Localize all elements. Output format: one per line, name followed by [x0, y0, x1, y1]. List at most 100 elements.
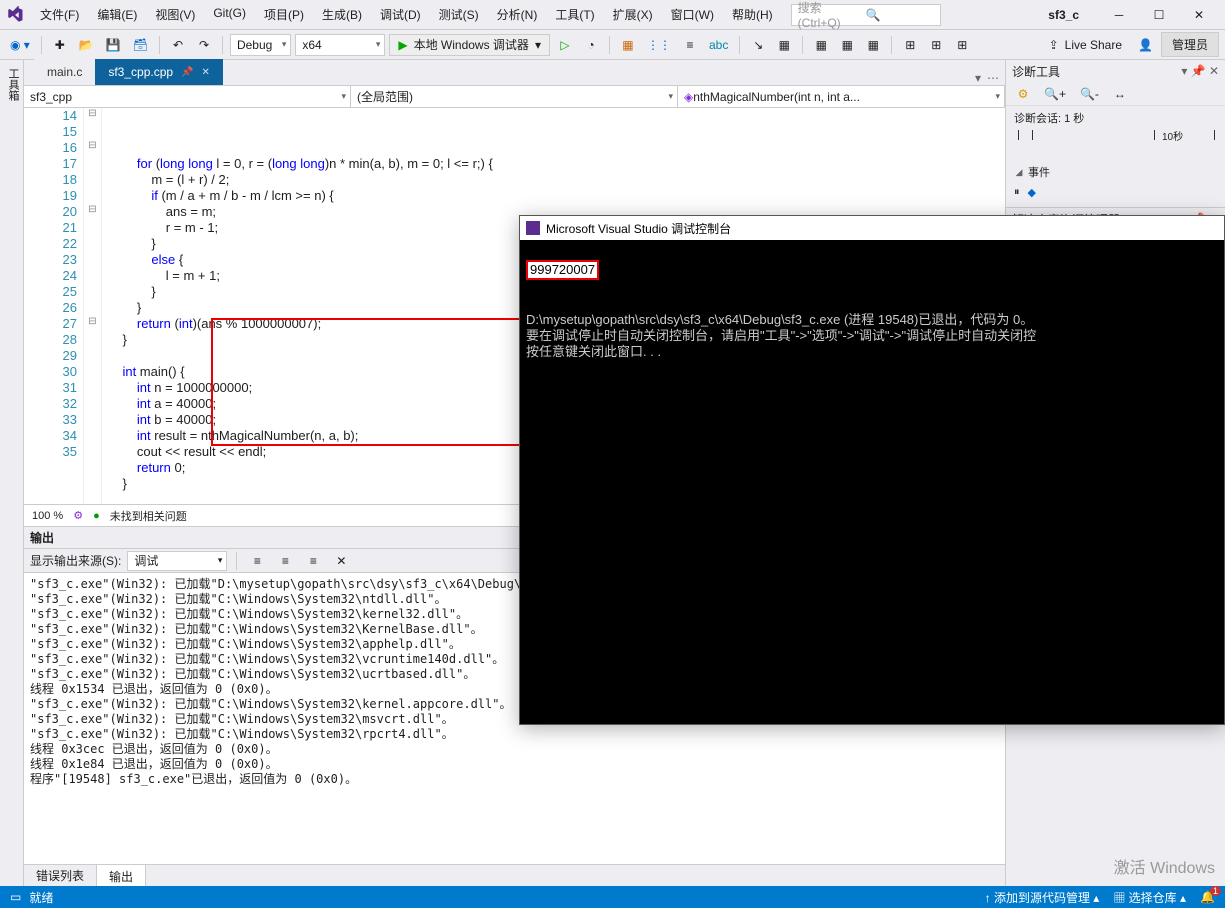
search-box[interactable]: 搜索 (Ctrl+Q) 🔍 [791, 4, 941, 26]
main-menu: 文件(F)编辑(E)视图(V)Git(G)项目(P)生成(B)调试(D)测试(S… [32, 2, 781, 27]
output-source-combo[interactable]: 调试 [127, 551, 227, 571]
maximize-button[interactable]: ☐ [1139, 2, 1179, 28]
tab-more-icon[interactable]: ⋯ [987, 71, 999, 85]
admin-badge: 管理员 [1161, 32, 1219, 57]
menu-item[interactable]: 生成(B) [314, 2, 370, 27]
new-item-button[interactable]: ✚ [49, 34, 71, 56]
diag-timeline: 10秒 [1014, 130, 1217, 158]
bottom-tabs: 错误列表 输出 [24, 864, 1005, 886]
doc-tabs: main.c sf3_cpp.cpp 📌 ✕ ▾ ⋯ [24, 60, 1005, 86]
nav-context[interactable]: (全局范围) [351, 86, 678, 107]
no-issues-icon: ● [93, 510, 100, 522]
close-tab-icon[interactable]: ✕ [202, 67, 210, 78]
status-ready: 就绪 [29, 889, 53, 906]
solution-name: sf3_c [1038, 8, 1089, 22]
menu-item[interactable]: 工具(T) [547, 2, 602, 27]
nav-member[interactable]: ◈ nthMagicalNumber(int n, int a... [678, 86, 1005, 107]
menu-item[interactable]: 帮助(H) [724, 2, 781, 27]
status-src-control[interactable]: ↑ 添加到源代码管理 ▴ [985, 889, 1100, 906]
close-button[interactable]: ✕ [1179, 2, 1219, 28]
console-title-bar[interactable]: Microsoft Visual Studio 调试控制台 [520, 216, 1224, 240]
platform-combo[interactable]: x64 [295, 34, 385, 56]
tb-icon-3[interactable]: ⋮⋮ [643, 34, 675, 56]
notifications-button[interactable]: 🔔1 [1200, 890, 1215, 904]
tb-icon-11[interactable]: ⊞ [899, 34, 921, 56]
tb-icon-10[interactable]: ▦ [862, 34, 884, 56]
live-share-icon: ⇪ [1049, 38, 1059, 52]
save-button[interactable]: 💾 [102, 34, 125, 56]
main-toolbar: ◉ ▾ ✚ 📂 💾 🗃 ↶ ↷ Debug x64 ▶ 本地 Windows 调… [0, 30, 1225, 60]
out-btn-2[interactable]: ≡ [274, 550, 296, 572]
debug-console-window[interactable]: Microsoft Visual Studio 调试控制台 999720007 … [519, 215, 1225, 725]
pin-icon[interactable]: 📌 [181, 67, 193, 78]
menu-item[interactable]: 文件(F) [32, 2, 87, 27]
nav-scope[interactable]: sf3_cpp [24, 86, 351, 107]
tb-icon-5[interactable]: abc [705, 34, 732, 56]
console-app-icon [526, 221, 540, 235]
diag-events-header[interactable]: ◢ 事件 [1014, 162, 1217, 182]
menu-item[interactable]: 编辑(E) [89, 2, 145, 27]
out-btn-3[interactable]: ≡ [302, 550, 324, 572]
diag-btn-1[interactable]: ⚙ [1012, 83, 1034, 105]
title-bar: 文件(F)编辑(E)视图(V)Git(G)项目(P)生成(B)调试(D)测试(S… [0, 0, 1225, 30]
tb-icon-1[interactable]: ◔ [580, 34, 602, 56]
diamond-icon: ◆ [1028, 186, 1036, 199]
config-combo[interactable]: Debug [230, 34, 291, 56]
zoom-level[interactable]: 100 % [32, 510, 63, 522]
menu-item[interactable]: 扩展(X) [605, 2, 661, 27]
undo-button[interactable]: ↶ [167, 34, 189, 56]
tab-sf3-cpp[interactable]: sf3_cpp.cpp 📌 ✕ [95, 59, 223, 85]
save-all-button[interactable]: 🗃 [129, 34, 152, 56]
start-debug-button[interactable]: ▶ 本地 Windows 调试器 ▾ [389, 34, 550, 56]
tb-icon-7[interactable]: ▦ [773, 34, 795, 56]
out-btn-1[interactable]: ≡ [246, 550, 268, 572]
diagnostic-pane: 诊断工具 ▾ 📌 ✕ ⚙ 🔍+ 🔍- ↔ 诊断会话: 1 秒 10秒 [1006, 60, 1225, 208]
tab-error-list[interactable]: 错误列表 [24, 864, 96, 887]
pause-icon: ⏸ [1014, 186, 1020, 199]
menu-item[interactable]: 分析(N) [489, 2, 546, 27]
menu-item[interactable]: 视图(V) [147, 2, 203, 27]
out-clear-button[interactable]: ✕ [330, 550, 352, 572]
search-icon: 🔍 [866, 8, 934, 22]
menu-item[interactable]: Git(G) [205, 2, 254, 27]
console-output-highlight: 999720007 [526, 260, 599, 280]
minimize-button[interactable]: ─ [1099, 2, 1139, 28]
toolbox-side-tab[interactable]: 工具箱 [0, 60, 24, 886]
tb-icon-2[interactable]: ▦ [617, 34, 639, 56]
tab-dropdown-icon[interactable]: ▾ [975, 71, 981, 85]
diag-btn-2[interactable]: 🔍+ [1040, 83, 1070, 105]
play-icon: ▶ [398, 38, 407, 52]
redo-button[interactable]: ↷ [193, 34, 215, 56]
status-bar: ▭ 就绪 ↑ 添加到源代码管理 ▴ ▦ 选择仓库 ▴ 🔔1 [0, 886, 1225, 908]
status-repo[interactable]: ▦ 选择仓库 ▴ [1113, 889, 1186, 906]
console-body: 999720007 D:\mysetup\gopath\src\dsy\sf3_… [520, 240, 1224, 364]
live-share-button[interactable]: ⇪ Live Share [1041, 38, 1130, 52]
tb-icon-8[interactable]: ▦ [810, 34, 832, 56]
vs-logo-icon [6, 6, 24, 24]
output-source-label: 显示输出来源(S): [30, 552, 121, 569]
tab-main-c[interactable]: main.c [34, 59, 95, 85]
health-icon[interactable]: ⚙ [73, 509, 83, 522]
tb-icon-6[interactable]: ↘ [747, 34, 769, 56]
diag-btn-3[interactable]: 🔍- [1076, 83, 1103, 105]
menu-item[interactable]: 测试(S) [431, 2, 487, 27]
nav-back-button[interactable]: ◉ ▾ [6, 34, 34, 56]
annotation-box-main [211, 318, 546, 446]
tb-icon-13[interactable]: ⊞ [951, 34, 973, 56]
tb-icon-9[interactable]: ▦ [836, 34, 858, 56]
open-button[interactable]: 📂 [75, 34, 98, 56]
issues-text: 未找到相关问题 [110, 508, 187, 524]
tab-output[interactable]: 输出 [96, 864, 146, 888]
menu-item[interactable]: 窗口(W) [663, 2, 722, 27]
account-icon[interactable]: 👤 [1134, 34, 1157, 56]
menu-item[interactable]: 调试(D) [372, 2, 429, 27]
diag-session: 诊断会话: 1 秒 [1014, 110, 1217, 126]
tb-icon-12[interactable]: ⊞ [925, 34, 947, 56]
diag-btn-4[interactable]: ↔ [1109, 83, 1131, 105]
tb-icon-4[interactable]: ≡ [679, 34, 701, 56]
status-icon: ▭ [10, 890, 21, 904]
diag-title: 诊断工具 [1012, 63, 1060, 80]
start-no-debug-button[interactable]: ▷ [554, 34, 576, 56]
menu-item[interactable]: 项目(P) [256, 2, 312, 27]
search-placeholder: 搜索 (Ctrl+Q) [798, 0, 866, 30]
